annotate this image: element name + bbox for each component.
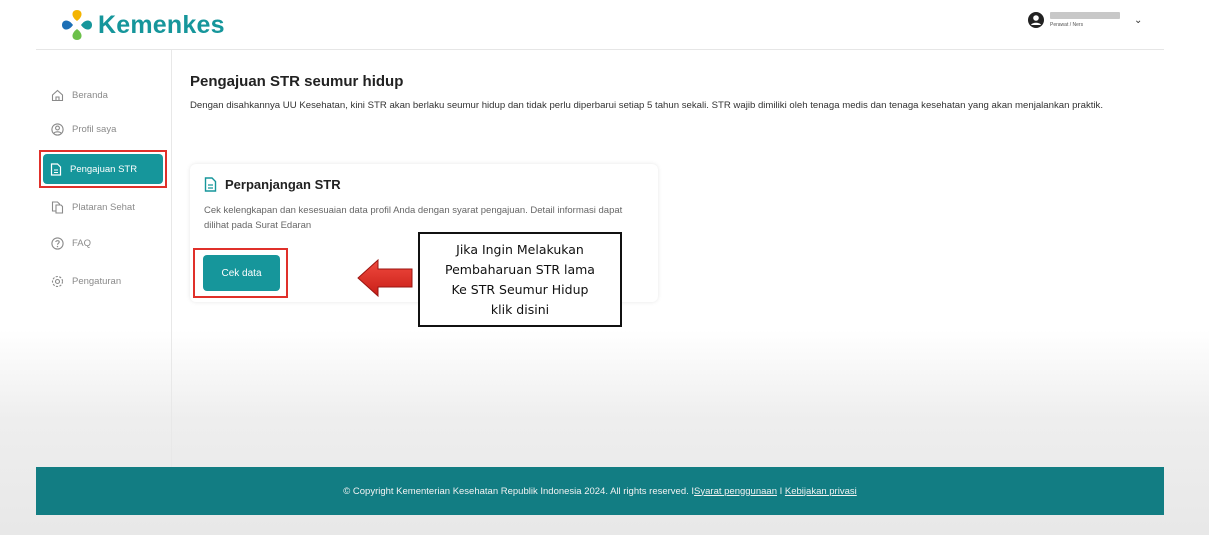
sidebar-item-pengajuan-str[interactable]: Pengajuan STR: [43, 154, 163, 184]
red-arrow-left-icon: [357, 258, 413, 298]
sidebar-item-plataran-sehat[interactable]: Plataran Sehat: [50, 200, 135, 214]
gear-icon: [50, 274, 64, 288]
sidebar-item-label: Beranda: [72, 89, 108, 101]
home-icon: [50, 88, 64, 102]
sidebar-item-profil[interactable]: Profil saya: [50, 122, 116, 136]
sidebar-item-label: Pengajuan STR: [70, 163, 138, 175]
logo-text: Kemenkes: [98, 10, 225, 39]
kemenkes-logo-icon: [62, 10, 92, 40]
documents-icon: [50, 200, 64, 214]
user-name-redacted: [1050, 12, 1120, 19]
annotation-line: Ke STR Seumur Hidup: [451, 281, 589, 297]
sidebar-item-label: Pengaturan: [72, 275, 122, 287]
document-icon: [204, 177, 217, 192]
sidebar-item-label: FAQ: [72, 237, 92, 249]
page-title: Pengajuan STR seumur hidup: [190, 73, 404, 90]
sidebar-item-faq[interactable]: FAQ: [50, 236, 91, 250]
annotation-line: klik disini: [490, 301, 550, 317]
question-circle-icon: [50, 236, 64, 250]
annotation-line: Jika Ingin Melakukan: [456, 241, 584, 257]
document-icon: [50, 162, 64, 176]
page-description: Dengan disahkannya UU Kesehatan, kini ST…: [190, 100, 1104, 111]
kemenkes-logo[interactable]: Kemenkes: [60, 8, 225, 42]
user-avatar-icon: [1028, 12, 1044, 28]
sidebar-item-pengaturan[interactable]: Pengaturan: [50, 274, 121, 288]
footer: © Copyright Kementerian Kesehatan Republ…: [36, 467, 1164, 515]
footer-separator: I: [776, 485, 785, 497]
chevron-down-icon[interactable]: ⌄: [1134, 15, 1142, 26]
card-title: Perpanjangan STR: [225, 177, 341, 192]
user-role: Perawat / Ners: [1050, 22, 1084, 28]
user-circle-icon: [50, 122, 64, 136]
user-menu[interactable]: Perawat / Ners ⌄: [1028, 12, 1142, 28]
sidebar-item-label: Plataran Sehat: [72, 201, 135, 213]
top-header: Kemenkes Perawat / Ners ⌄: [36, 0, 1164, 50]
cek-data-button[interactable]: Cek data: [203, 255, 280, 291]
privacy-link[interactable]: Kebijakan privasi: [785, 486, 857, 497]
footer-copyright: © Copyright Kementerian Kesehatan Republ…: [343, 485, 695, 497]
sidebar-item-label: Profil saya: [72, 123, 117, 135]
annotation-callout: Jika Ingin Melakukan Pembaharuan STR lam…: [418, 232, 622, 327]
sidebar-item-beranda[interactable]: Beranda: [50, 88, 108, 102]
terms-link[interactable]: Syarat penggunaan: [694, 486, 777, 497]
card-description: Cek kelengkapan dan kesesuaian data prof…: [204, 205, 623, 231]
sidebar: Beranda Profil saya Pengajuan STR Platar…: [36, 50, 172, 468]
annotation-line: Pembaharuan STR lama: [445, 261, 595, 277]
